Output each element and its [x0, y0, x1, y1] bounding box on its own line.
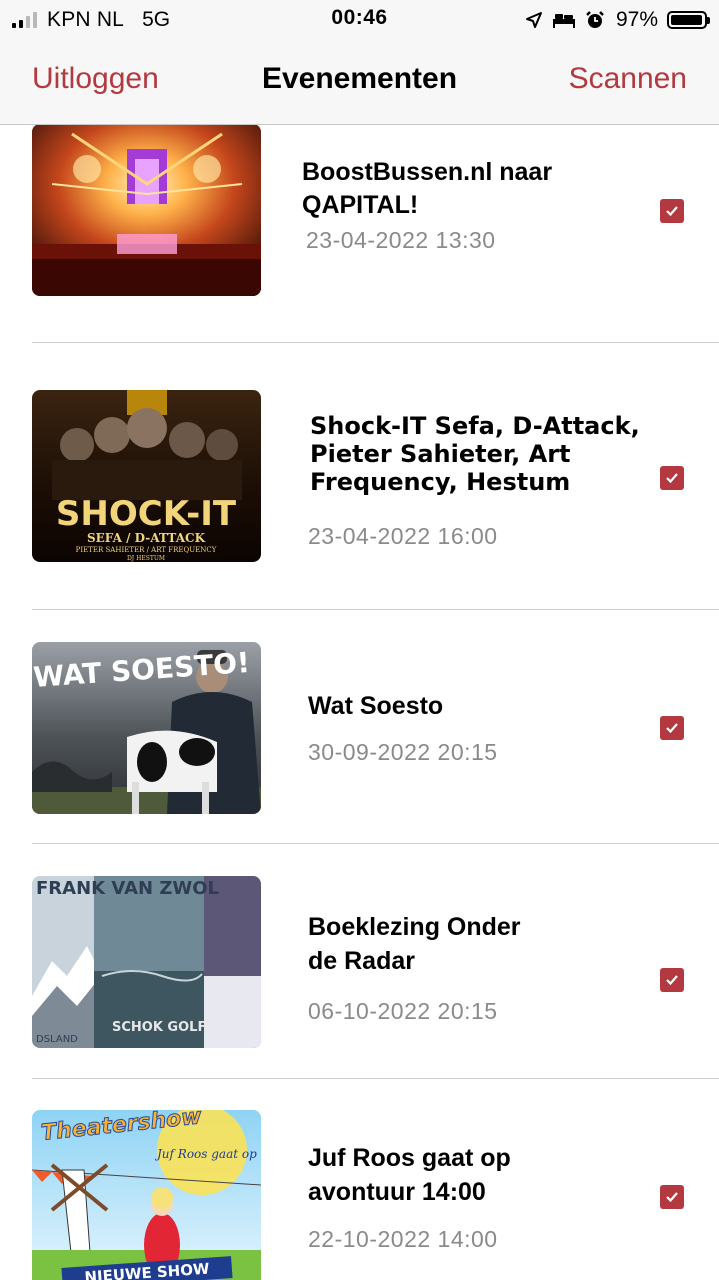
battery-icon — [667, 11, 710, 29]
event-date: 23-04-2022 13:30 — [306, 227, 496, 253]
shock-it-poster-image: SHOCK-IT SEFA / D-ATTACK PIETER SAHIETER… — [32, 390, 261, 562]
concert-stage-image — [32, 125, 261, 296]
book-title-text-2: DSLAND — [36, 1034, 78, 1045]
event-title-line: Boeklezing Onder — [308, 913, 521, 941]
bed-icon — [552, 12, 576, 28]
event-title-line: avontuur 14:00 — [308, 1178, 486, 1206]
wat-soesto-poster-image: WAT SOESTO! — [32, 642, 261, 814]
list-item[interactable]: FRANK VAN ZWOL SCHOK GOLF DSLAND Boeklez… — [0, 844, 719, 1079]
status-bar: KPN NL 5G 00:46 97% — [0, 0, 719, 40]
list-item[interactable]: BoostBussen.nl naar QAPITAL! 23-04-2022 … — [0, 125, 719, 343]
poster-subline-2: PIETER SAHIETER / ART FREQUENCY — [76, 546, 217, 554]
battery-percent: 97% — [615, 8, 658, 31]
checkmark-icon — [666, 1192, 678, 1203]
event-title: Shock-IT Sefa, D-Attack, Pieter Sahieter… — [310, 412, 640, 496]
event-date: 22-10-2022 14:00 — [308, 1226, 498, 1252]
event-title-line: QAPITAL! — [302, 191, 419, 219]
event-date: 23-04-2022 16:00 — [308, 523, 498, 549]
list-item[interactable]: WAT SOESTO! Wat Soesto 30-09-2022 20:15 — [0, 610, 719, 844]
event-checkbox[interactable] — [660, 1185, 684, 1209]
event-title: Wat Soesto — [308, 692, 444, 720]
battery-fill — [671, 15, 703, 25]
poster-subline-3: DJ HESTUM — [127, 555, 165, 562]
book-title-text: SCHOK GOLF — [112, 1020, 206, 1035]
book-covers-image: FRANK VAN ZWOL SCHOK GOLF DSLAND — [32, 876, 261, 1048]
event-title-line: BoostBussen.nl naar — [302, 158, 553, 186]
event-checkbox[interactable] — [660, 199, 684, 223]
poster-subline: SEFA / D-ATTACK — [87, 531, 206, 545]
checkmark-icon — [666, 723, 678, 734]
event-title-line: Frequency, Hestum — [310, 468, 571, 496]
event-title-line: de Radar — [308, 947, 415, 975]
event-checkbox[interactable] — [660, 968, 684, 992]
book-author-text: FRANK VAN ZWOL — [36, 878, 219, 899]
alarm-icon — [585, 10, 605, 30]
navigation-bar: Uitloggen Evenementen Scannen — [0, 40, 719, 125]
event-date: 06-10-2022 20:15 — [308, 998, 498, 1024]
event-title-line: Pieter Sahieter, Art — [310, 440, 571, 468]
event-title-line: Juf Roos gaat op — [308, 1144, 511, 1172]
list-item[interactable]: SHOCK-IT SEFA / D-ATTACK PIETER SAHIETER… — [0, 343, 719, 610]
event-title: Juf Roos gaat op avontuur 14:00 — [308, 1141, 511, 1209]
scan-button[interactable]: Scannen — [569, 62, 687, 96]
event-title: Boeklezing Onder de Radar — [308, 910, 521, 978]
checkmark-icon — [666, 975, 678, 986]
theatershow-poster-image: Theatershow Juf Roos gaat op avontuur NI… — [32, 1110, 261, 1280]
location-arrow-icon — [525, 11, 543, 29]
poster-subline: Juf Roos gaat op avontuur — [154, 1147, 261, 1161]
event-title: BoostBussen.nl naar QAPITAL! — [302, 156, 552, 222]
event-title-line: Shock-IT Sefa, D-Attack, — [310, 412, 640, 440]
poster-headline: SHOCK-IT — [56, 494, 237, 534]
checkmark-icon — [666, 206, 678, 217]
event-date: 30-09-2022 20:15 — [308, 739, 498, 765]
checkmark-icon — [666, 473, 678, 484]
event-checkbox[interactable] — [660, 716, 684, 740]
event-checkbox[interactable] — [660, 466, 684, 490]
